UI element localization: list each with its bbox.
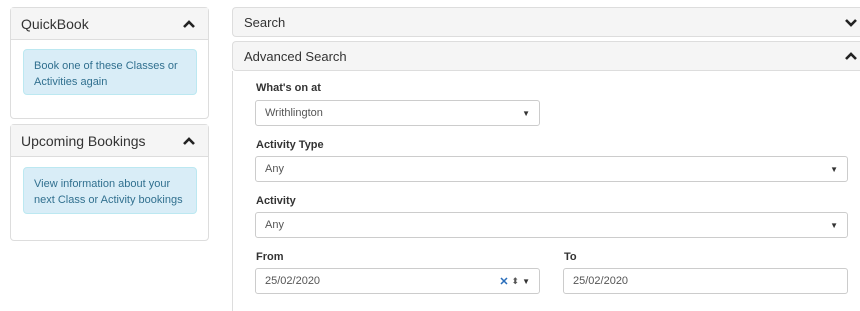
caret-down-icon: ▼: [830, 164, 838, 174]
activity-type-value: Any: [265, 163, 284, 175]
chevron-up-icon[interactable]: [182, 19, 196, 29]
whats-on-label: What's on at: [256, 82, 321, 94]
caret-down-icon: ▼: [522, 108, 530, 118]
from-date-value: 25/02/2020: [265, 275, 321, 287]
spinner-icon[interactable]: ⬍: [512, 276, 520, 287]
to-label: To: [564, 251, 577, 263]
to-date-input[interactable]: 25/02/2020: [563, 268, 848, 294]
quickbook-info-text: Book one of these Classes or Activities …: [34, 60, 178, 88]
activity-select[interactable]: Any ▼: [255, 212, 848, 238]
advanced-search-title: Advanced Search: [244, 48, 347, 64]
advanced-search-accordion-header[interactable]: Advanced Search: [232, 41, 860, 71]
activity-type-label: Activity Type: [256, 139, 324, 151]
caret-down-icon: ▼: [830, 220, 838, 230]
date-controls: ✕ ⬍ ▼: [499, 275, 530, 288]
chevron-up-icon[interactable]: [182, 136, 196, 146]
activity-label: Activity: [256, 195, 296, 207]
quickbook-info[interactable]: Book one of these Classes or Activities …: [23, 49, 197, 95]
search-accordion-header[interactable]: Search: [232, 7, 860, 37]
search-title: Search: [244, 14, 286, 30]
quickbook-title: QuickBook: [21, 15, 89, 32]
upcoming-title: Upcoming Bookings: [21, 132, 146, 149]
from-label: From: [256, 251, 284, 263]
upcoming-info[interactable]: View information about your next Class o…: [23, 167, 197, 214]
caret-down-icon[interactable]: ▼: [522, 277, 530, 286]
chevron-down-icon[interactable]: [844, 17, 858, 27]
clear-x-icon[interactable]: ✕: [499, 275, 508, 288]
to-date-value: 25/02/2020: [573, 275, 629, 287]
quickbook-heading[interactable]: QuickBook: [11, 8, 208, 40]
from-date-input[interactable]: 25/02/2020 ✕ ⬍ ▼: [255, 268, 540, 294]
whats-on-select[interactable]: Writhlington ▼: [255, 100, 540, 126]
upcoming-info-text: View information about your next Class o…: [34, 178, 183, 206]
activity-type-select[interactable]: Any ▼: [255, 156, 848, 182]
whats-on-value: Writhlington: [265, 107, 323, 119]
activity-value: Any: [265, 219, 284, 231]
chevron-up-icon[interactable]: [844, 51, 858, 61]
upcoming-heading[interactable]: Upcoming Bookings: [11, 125, 208, 157]
